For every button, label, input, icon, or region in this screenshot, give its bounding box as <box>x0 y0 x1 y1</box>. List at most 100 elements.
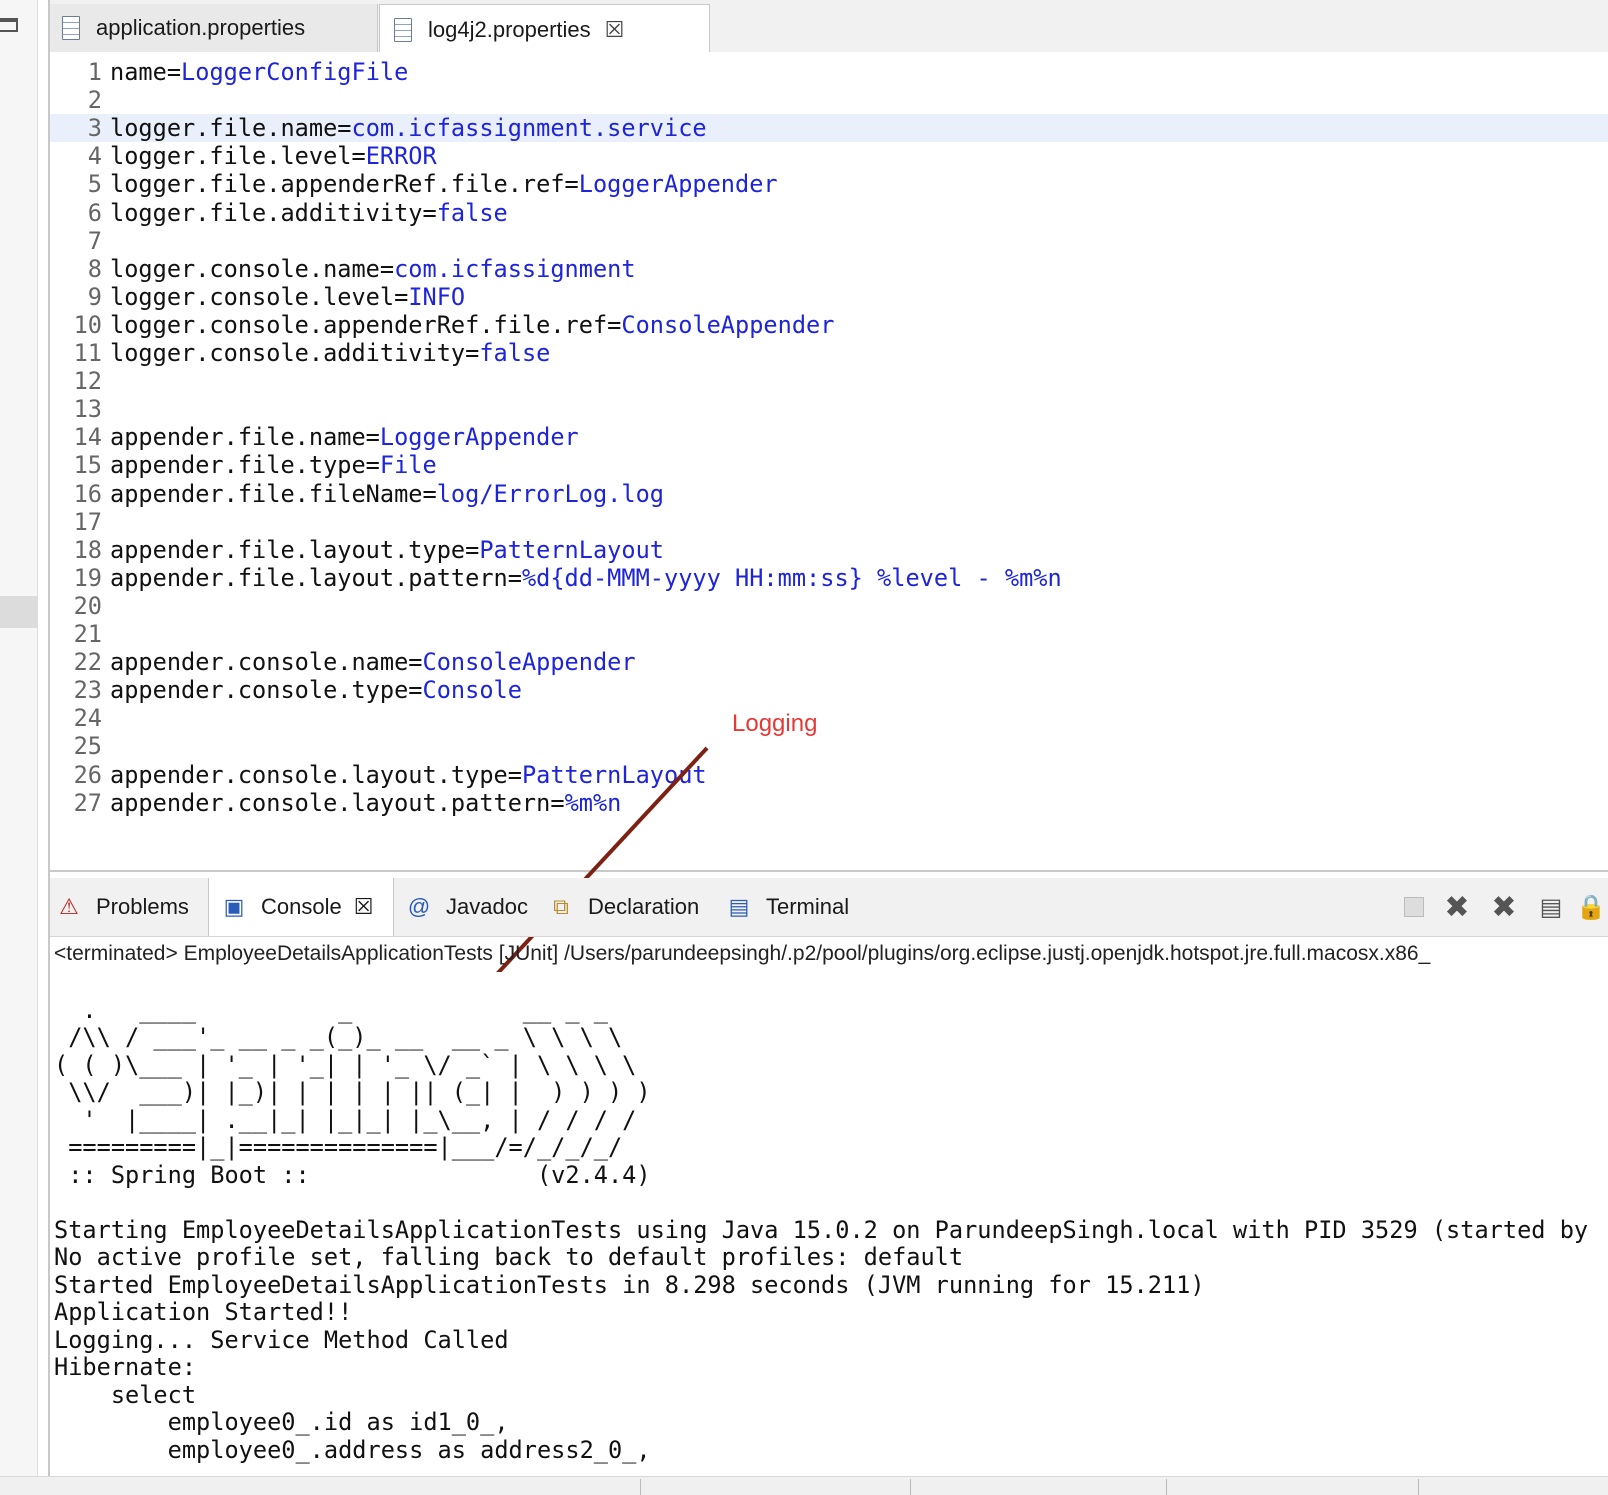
code-line[interactable]: 26 appender.console.layout.type=PatternLa… <box>50 761 1608 789</box>
tab-label: application.properties <box>96 15 306 40</box>
console-line: ' |____| .__|_| |_|_| |_\__, | / / / / <box>54 1105 637 1134</box>
code-editor[interactable]: 1 name=LoggerConfigFile 2 3 logger.file.name… <box>50 52 1608 872</box>
property-value: LoggerAppender <box>379 423 579 452</box>
code-line[interactable]: 10 logger.console.appenderRef.file.ref=Co… <box>50 311 1608 339</box>
code-line[interactable]: 16 appender.file.fileName=log/ErrorLog.lo… <box>50 480 1608 508</box>
tab-label: Terminal <box>766 894 850 919</box>
property-value: com.icfassignment <box>394 254 636 283</box>
code-line[interactable]: 13 <box>50 395 1608 423</box>
line-number: 14 <box>73 423 102 452</box>
console-line: Application Started!! <box>54 1298 353 1326</box>
line-number: 16 <box>73 479 102 508</box>
line-number: 26 <box>73 760 102 789</box>
console-line: No active profile set, falling back to d… <box>54 1243 964 1271</box>
remove-all-launches-icon[interactable]: ✖ <box>1486 891 1522 924</box>
declaration-icon: ⧉ <box>553 894 569 919</box>
code-line[interactable]: 6 logger.file.additivity=false <box>50 199 1608 227</box>
line-content: appender.console.layout.type=PatternLayo… <box>110 761 707 789</box>
property-key: logger.console.additivity= <box>110 339 480 367</box>
code-line[interactable]: 14 appender.file.name=LoggerAppender <box>50 423 1608 451</box>
tab-label: log4j2.properties <box>428 16 591 42</box>
line-content: appender.console.name=ConsoleAppender <box>110 648 636 676</box>
tab-label: Console <box>261 894 342 919</box>
property-value: false <box>479 339 551 367</box>
left-side-panel <box>0 0 38 1494</box>
line-content: appender.file.fileName=log/ErrorLog.log <box>110 480 664 508</box>
property-key: appender.file.type= <box>110 451 380 480</box>
tab-application-properties[interactable]: application.properties <box>50 4 378 52</box>
line-number: 20 <box>73 591 102 620</box>
editor-tab-bar: application.properties log4j2.properties… <box>50 0 1608 54</box>
line-number: 1 <box>87 58 102 86</box>
code-line[interactable]: 5 logger.file.appenderRef.file.ref=Logger… <box>50 170 1608 198</box>
tab-label: Javadoc <box>446 894 528 919</box>
tab-javadoc[interactable]: @ Javadoc <box>406 878 528 936</box>
property-key: logger.console.appenderRef.file.ref= <box>110 310 622 339</box>
tab-console[interactable]: ▣ Console ☒ <box>208 878 394 936</box>
property-key: appender.console.name= <box>110 648 423 677</box>
code-line[interactable]: 12 <box>50 367 1608 395</box>
scroll-marker <box>0 596 37 628</box>
line-number: 7 <box>87 226 102 255</box>
property-key: appender.file.name= <box>110 423 380 452</box>
tab-terminal[interactable]: ▤ Terminal <box>726 878 850 936</box>
line-number: 21 <box>73 620 102 648</box>
line-content: appender.file.name=LoggerAppender <box>110 423 579 451</box>
line-content: logger.console.level=INFO <box>110 283 465 311</box>
code-line[interactable]: 3 logger.file.name=com.icfassignment.serv… <box>50 114 1608 143</box>
code-line[interactable]: 2 <box>50 86 1608 114</box>
property-value: LoggerConfigFile <box>181 58 409 86</box>
code-line[interactable]: 1 name=LoggerConfigFile <box>50 58 1608 86</box>
code-line[interactable]: 19 appender.file.layout.pattern=%d{dd-MMM… <box>50 564 1608 592</box>
property-key: appender.console.layout.pattern= <box>110 788 565 817</box>
console-icon: ▣ <box>223 894 245 919</box>
tab-log4j2-properties[interactable]: log4j2.properties ☒ <box>379 4 710 54</box>
close-icon[interactable]: ☒ <box>354 894 374 920</box>
code-line[interactable]: 7 <box>50 227 1608 255</box>
console-line: employee0_.id as id1_0_, <box>54 1408 509 1436</box>
property-value: Console <box>422 676 522 705</box>
code-line[interactable]: 15 appender.file.type=File <box>50 451 1608 479</box>
tab-label: Declaration <box>588 894 700 919</box>
code-line[interactable]: 4 logger.file.level=ERROR <box>50 142 1608 170</box>
code-line[interactable]: 17 <box>50 508 1608 536</box>
clear-console-icon[interactable]: ▤ <box>1534 892 1568 922</box>
code-line[interactable]: 24 <box>50 704 1608 732</box>
code-line[interactable]: 9 logger.console.level=INFO <box>50 283 1608 311</box>
console-line: Hibernate: <box>54 1353 197 1381</box>
code-line[interactable]: 8 logger.console.name=com.icfassignment <box>50 255 1608 283</box>
line-number: 5 <box>87 170 102 199</box>
close-icon[interactable]: ☒ <box>605 17 625 43</box>
line-number: 25 <box>73 732 102 761</box>
tab-problems[interactable]: ⚠ Problems <box>56 878 189 936</box>
property-key: appender.file.layout.type= <box>110 535 480 564</box>
code-line[interactable]: 20 <box>50 592 1608 620</box>
tab-declaration[interactable]: ⧉ Declaration <box>548 878 699 936</box>
line-content: logger.console.appenderRef.file.ref=Cons… <box>110 311 834 339</box>
line-number: 15 <box>73 451 102 480</box>
code-line[interactable]: 21 <box>50 620 1608 648</box>
restore-view-icon[interactable] <box>0 18 18 32</box>
terminal-icon: ▤ <box>728 894 750 919</box>
code-line[interactable]: 27 appender.console.layout.pattern=%m%n <box>50 789 1608 817</box>
console-line: =========|_|==============|___/=/_/_/_/ <box>54 1133 623 1161</box>
scroll-lock-icon[interactable]: 🔒 <box>1576 892 1606 922</box>
line-number: 11 <box>73 339 102 367</box>
remove-launch-icon[interactable]: ✖ <box>1440 891 1474 924</box>
line-number: 19 <box>73 563 102 592</box>
property-key: logger.console.level= <box>110 282 409 311</box>
stop-icon[interactable] <box>1402 892 1426 922</box>
line-number: 23 <box>73 676 102 705</box>
property-key: appender.file.fileName= <box>110 479 437 508</box>
property-key: appender.console.layout.type= <box>110 760 522 789</box>
code-line[interactable]: 18 appender.file.layout.type=PatternLayou… <box>50 536 1608 564</box>
code-line[interactable]: 11 logger.console.additivity=false <box>50 339 1608 367</box>
console-output[interactable]: . ____ _ __ _ _ /\\ / ___'_ __ _ _(_)_ _… <box>50 972 1608 1472</box>
property-key: logger.file.level= <box>110 142 366 171</box>
code-line[interactable]: 25 <box>50 732 1608 760</box>
property-key: logger.file.additivity= <box>110 198 437 227</box>
code-line[interactable]: 23 appender.console.type=Console <box>50 676 1608 704</box>
tab-label: Problems <box>96 894 189 919</box>
property-value: com.icfassignment.service <box>351 114 707 143</box>
code-line[interactable]: 22 appender.console.name=ConsoleAppender <box>50 648 1608 676</box>
